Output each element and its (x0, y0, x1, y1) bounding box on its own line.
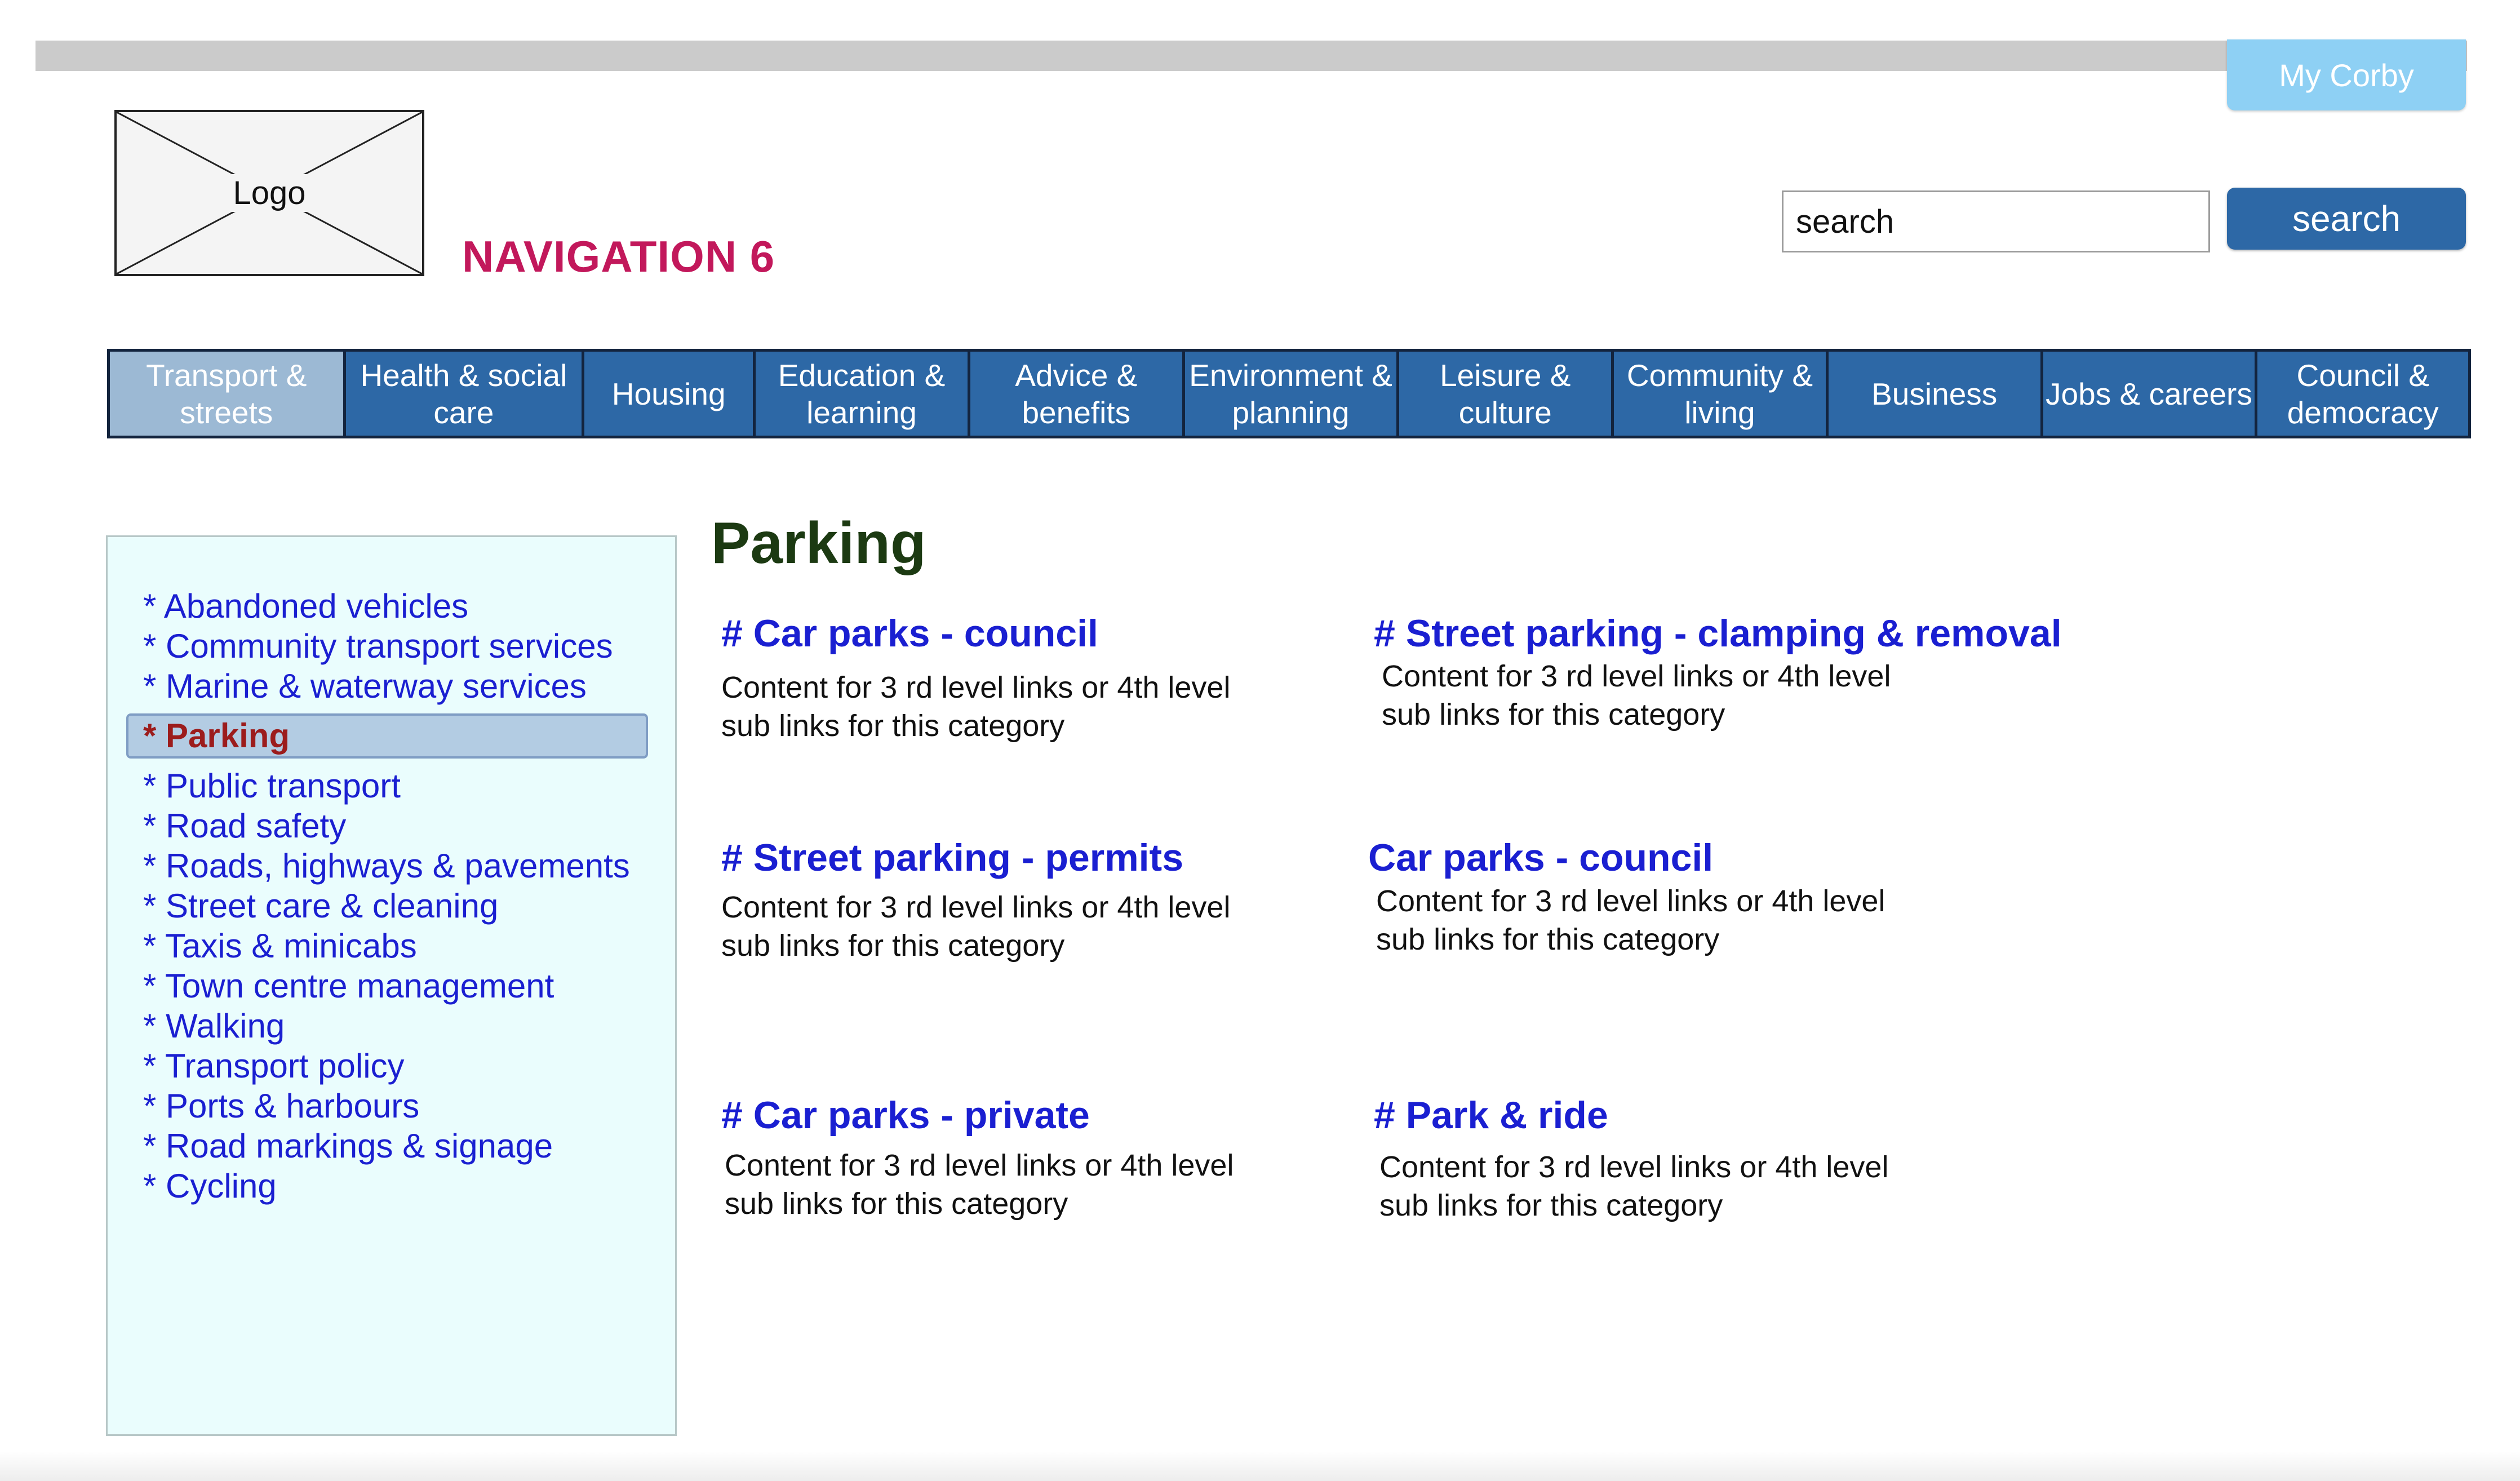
sidebar-item-street-care-cleaning[interactable]: * Street care & cleaning (143, 886, 648, 926)
logo-label: Logo (227, 174, 312, 212)
sidebar-item-town-centre-management[interactable]: * Town centre management (143, 966, 648, 1006)
sidebar-item-taxis-minicabs[interactable]: * Taxis & minicabs (143, 926, 648, 966)
sidebar: * Abandoned vehicles * Community transpo… (106, 535, 677, 1436)
sidebar-item-community-transport-services[interactable]: * Community transport services (143, 626, 648, 666)
main-navigation: Transport & streets Health & social care… (107, 349, 2471, 438)
sidebar-item-marine-waterway-services[interactable]: * Marine & waterway services (143, 666, 648, 706)
sidebar-item-transport-policy[interactable]: * Transport policy (143, 1046, 648, 1086)
sidebar-item-public-transport[interactable]: * Public transport (143, 766, 648, 806)
sidebar-item-cycling[interactable]: * Cycling (143, 1166, 648, 1206)
logo-placeholder[interactable]: Logo (114, 110, 424, 276)
category-link-street-parking-clamping[interactable]: # Street parking - clamping & removal (1374, 611, 2062, 655)
category-link-park-ride[interactable]: # Park & ride (1374, 1093, 1608, 1137)
sidebar-item-ports-harbours[interactable]: * Ports & harbours (143, 1086, 648, 1126)
sidebar-item-road-safety[interactable]: * Road safety (143, 806, 648, 846)
navigation-title: NAVIGATION 6 (462, 232, 775, 281)
nav-tab-housing[interactable]: Housing (584, 352, 756, 436)
category-link-car-parks-private[interactable]: # Car parks - private (721, 1093, 1090, 1137)
nav-tab-business[interactable]: Business (1829, 352, 2043, 436)
nav-tab-transport-streets[interactable]: Transport & streets (110, 352, 346, 436)
sidebar-links: * Abandoned vehicles * Community transpo… (126, 586, 648, 1206)
category-description: Content for 3 rd level links or 4th leve… (725, 1149, 1234, 1221)
page-title: Parking (711, 511, 926, 576)
nav-tab-environment-planning[interactable]: Environment & planning (1185, 352, 1400, 436)
category-link-car-parks-council-2[interactable]: Car parks - council (1368, 836, 1713, 880)
category-description: Content for 3 rd level links or 4th leve… (1379, 1150, 1889, 1222)
sidebar-item-roads-highways-pavements[interactable]: * Roads, highways & pavements (143, 846, 648, 886)
category-description: Content for 3 rd level links or 4th leve… (1376, 884, 1885, 956)
sidebar-item-abandoned-vehicles[interactable]: * Abandoned vehicles (143, 586, 648, 626)
category-link-street-parking-permits[interactable]: # Street parking - permits (721, 836, 1183, 880)
sidebar-item-parking[interactable]: * Parking (126, 713, 648, 759)
nav-tab-council-democracy[interactable]: Council & democracy (2257, 352, 2468, 436)
my-corby-button[interactable]: My Corby (2227, 39, 2466, 110)
bottom-edge (0, 1451, 2520, 1481)
category-description: Content for 3 rd level links or 4th leve… (721, 890, 1231, 963)
sidebar-item-road-markings-signage[interactable]: * Road markings & signage (143, 1126, 648, 1166)
sidebar-item-walking[interactable]: * Walking (143, 1006, 648, 1046)
category-link-car-parks-council[interactable]: # Car parks - council (721, 611, 1098, 655)
category-description: Content for 3 rd level links or 4th leve… (1382, 659, 1891, 731)
search-button[interactable]: search (2227, 188, 2466, 250)
nav-tab-leisure-culture[interactable]: Leisure & culture (1399, 352, 1614, 436)
category-description: Content for 3 rd level links or 4th leve… (721, 671, 1231, 743)
nav-tab-health-social-care[interactable]: Health & social care (346, 352, 585, 436)
nav-tab-education-learning[interactable]: Education & learning (756, 352, 970, 436)
nav-tab-advice-benefits[interactable]: Advice & benefits (970, 352, 1185, 436)
top-bar (36, 41, 2467, 71)
nav-tab-community-living[interactable]: Community & living (1614, 352, 1829, 436)
search-input[interactable] (1782, 190, 2210, 252)
nav-tab-jobs-careers[interactable]: Jobs & careers (2043, 352, 2258, 436)
